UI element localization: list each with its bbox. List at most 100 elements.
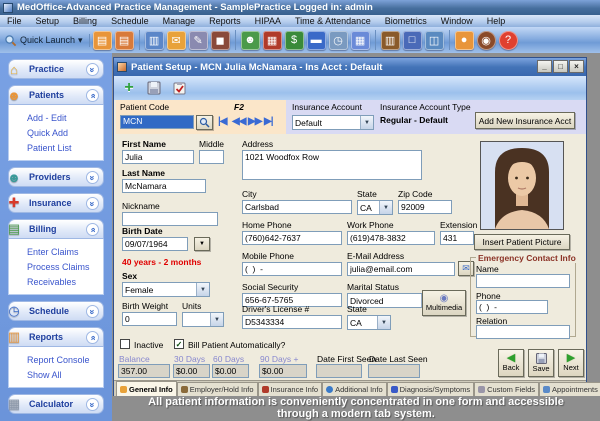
maximize-button[interactable]: □ <box>553 60 568 73</box>
sidebar-header-schedule[interactable]: ◷ Schedule » <box>8 301 104 321</box>
inactive-checkbox[interactable] <box>120 339 130 349</box>
patient-code-field[interactable]: MCN <box>120 115 194 129</box>
menu-setup[interactable]: Setup <box>29 16 67 26</box>
chevron-up-icon[interactable]: » <box>86 89 99 102</box>
drivers-license-field[interactable] <box>242 315 342 329</box>
toolbar-icon-messages[interactable]: ✉ <box>167 31 186 50</box>
mobile-phone-field[interactable] <box>242 262 342 276</box>
dl-state-select[interactable]: CA ▼ <box>347 315 391 330</box>
menu-schedule[interactable]: Schedule <box>104 16 156 26</box>
back-button[interactable]: ◀ Back <box>498 349 524 377</box>
email-field[interactable] <box>347 262 455 276</box>
add-record-button[interactable]: + <box>118 78 140 98</box>
sidebar-item-report-console[interactable]: Report Console <box>27 352 103 367</box>
menu-reports[interactable]: Reports <box>202 16 248 26</box>
birth-date-dropdown-button[interactable]: ▼ <box>194 237 210 251</box>
toolbar-icon-org-network[interactable]: ◫ <box>425 31 444 50</box>
sidebar-header-reports[interactable]: ▥ Reports » <box>8 327 104 347</box>
toolbar-icon-time-report[interactable]: ◷ <box>329 31 348 50</box>
work-phone-field[interactable] <box>347 231 435 245</box>
chevron-down-icon[interactable]: » <box>86 63 99 76</box>
save-button[interactable]: Save <box>528 349 554 377</box>
state-select[interactable]: CA ▼ <box>357 200 393 215</box>
sidebar-item-show-all[interactable]: Show All <box>27 367 103 382</box>
dropdown-arrow-icon[interactable]: ▼ <box>377 316 390 329</box>
toolbar-icon-cpt-codes-book[interactable]: ▤ <box>93 31 112 50</box>
emergency-name-field[interactable] <box>476 274 570 288</box>
toolbar-icon-help[interactable]: ? <box>499 31 518 50</box>
toolbar-icon-calculator-report[interactable]: ▦ <box>351 31 370 50</box>
menu-billing[interactable]: Billing <box>66 16 104 26</box>
sidebar-header-patients[interactable]: ☻ Patients » <box>8 85 104 105</box>
zip-code-field[interactable] <box>398 200 452 214</box>
tab-additional-info[interactable]: Additional Info <box>322 382 387 396</box>
middle-name-field[interactable] <box>199 150 224 164</box>
multimedia-button[interactable]: ◉ Multimedia <box>422 290 466 316</box>
sidebar-item-patient-list[interactable]: Patient List <box>27 140 103 155</box>
dropdown-arrow-icon[interactable]: ▼ <box>196 283 209 296</box>
sidebar-item-quick-add[interactable]: Quick Add <box>27 125 103 140</box>
sidebar-item-enter-claims[interactable]: Enter Claims <box>27 244 103 259</box>
home-phone-field[interactable] <box>242 231 342 245</box>
bill-automatically-checkbox[interactable]: ✓ <box>174 339 184 349</box>
add-new-insurance-acct-button[interactable]: Add New Insurance Acct <box>475 112 575 129</box>
last-name-field[interactable] <box>122 179 206 193</box>
toolbar-icon-patient-card[interactable]: ▥ <box>145 31 164 50</box>
dropdown-arrow-icon[interactable]: ▼ <box>210 313 223 326</box>
save-record-button[interactable] <box>143 78 165 98</box>
extension-field[interactable] <box>440 231 474 245</box>
chevron-down-icon[interactable]: » <box>86 197 99 210</box>
tab-general-info[interactable]: General Info <box>116 381 177 396</box>
sidebar-header-providers[interactable]: ☻ Providers » <box>8 167 104 187</box>
tab-appointments[interactable]: Appointments <box>539 382 600 396</box>
menu-manage[interactable]: Manage <box>156 16 203 26</box>
menu-file[interactable]: File <box>0 16 29 26</box>
chevron-down-icon[interactable]: » <box>86 398 99 411</box>
sidebar-item-process-claims[interactable]: Process Claims <box>27 259 103 274</box>
menu-biometrics[interactable]: Biometrics <box>378 16 434 26</box>
emergency-phone-field[interactable] <box>476 300 548 314</box>
toolbar-icon-statements[interactable]: $ <box>285 31 304 50</box>
sex-select[interactable]: Female ▼ <box>122 282 210 297</box>
menu-help[interactable]: Help <box>480 16 513 26</box>
minimize-button[interactable]: _ <box>537 60 552 73</box>
toolbar-icon-camera-bag[interactable]: ◼ <box>211 31 230 50</box>
tab-employer-hold-info[interactable]: Employer/Hold Info <box>177 382 258 396</box>
chevron-down-icon[interactable]: » <box>86 171 99 184</box>
toolbar-icon-alerts[interactable]: ● <box>455 31 474 50</box>
birth-date-field[interactable] <box>122 237 188 251</box>
sidebar-header-billing[interactable]: ▤ Billing » <box>8 219 104 239</box>
tab-insurance-info[interactable]: Insurance Info <box>258 382 323 396</box>
insurance-account-select[interactable]: Default ▼ <box>292 115 374 130</box>
toolbar-icon-billing-screen[interactable]: ▦ <box>263 31 282 50</box>
tab-custom-fields[interactable]: Custom Fields <box>474 382 539 396</box>
toolbar-icon-chart-podium[interactable]: ▥ <box>381 31 400 50</box>
sidebar-header-insurance[interactable]: ✚ Insurance » <box>8 193 104 213</box>
menu-hipaa[interactable]: HIPAA <box>248 16 288 26</box>
toolbar-icon-monitor[interactable]: □ <box>403 31 422 50</box>
nickname-field[interactable] <box>122 212 218 226</box>
next-button[interactable]: ▶ Next <box>558 349 584 377</box>
chevron-up-icon[interactable]: » <box>86 223 99 236</box>
address-field[interactable]: 1021 Woodfox Row <box>242 150 422 180</box>
units-select[interactable]: ▼ <box>182 312 224 327</box>
window-titlebar[interactable]: Patient Setup - MCN Julia McNamara - Ins… <box>114 58 586 76</box>
sidebar-item-receivables[interactable]: Receivables <box>27 274 103 289</box>
toolbar-icon-icd-codes-book[interactable]: ▤ <box>115 31 134 50</box>
insert-patient-picture-button[interactable]: Insert Patient Picture <box>474 234 570 250</box>
birth-weight-field[interactable] <box>122 312 177 326</box>
sidebar-header-calculator[interactable]: ▦ Calculator » <box>8 394 104 414</box>
city-field[interactable] <box>242 200 352 214</box>
toolbar-icon-notes[interactable]: ✎ <box>189 31 208 50</box>
chevron-up-icon[interactable]: » <box>86 331 99 344</box>
toolbar-icon-referrals[interactable]: ☻ <box>241 31 260 50</box>
emergency-relation-field[interactable] <box>476 325 570 339</box>
nav-first-record-button[interactable]: |◀ <box>218 116 227 127</box>
sidebar-item-add-edit[interactable]: Add - Edit <box>27 110 103 125</box>
sidebar-header-practice[interactable]: ⌂ Practice » <box>8 59 104 79</box>
first-name-field[interactable] <box>122 150 194 164</box>
dropdown-arrow-icon[interactable]: ▼ <box>379 201 392 214</box>
toolbar-icon-vehicle[interactable]: ▬ <box>307 31 326 50</box>
nav-next-record-button[interactable]: ▶▶ <box>248 116 261 127</box>
menu-window[interactable]: Window <box>434 16 480 26</box>
